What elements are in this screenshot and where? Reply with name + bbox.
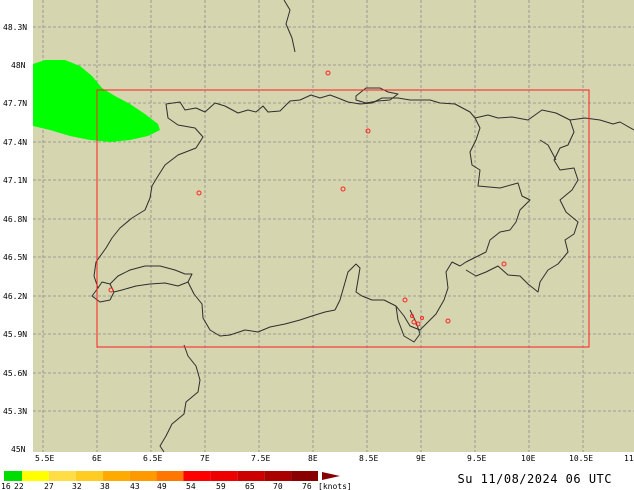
lon-label: 6.5E [143,454,162,463]
lon-label: 7.5E [251,454,270,463]
legend-swatch [129,471,157,481]
lat-label: 47.7N [3,99,27,108]
lon-label: 5.5E [35,454,54,463]
legend-unit: [knots] [318,482,352,490]
map-canvas: 48.3N 48N 47.7N 47.4N 47.1N 46.8N 46.5N … [0,0,634,468]
legend-swatch [22,471,49,481]
legend-value: 43 [130,482,140,490]
legend-swatch [4,471,22,481]
lon-label: 11 [624,454,634,463]
legend-swatch [291,471,318,481]
lat-label: 45.3N [3,407,27,416]
legend-swatches [4,471,318,481]
legend-swatch [237,471,265,481]
legend-swatch [210,471,238,481]
lat-label: 46.5N [3,253,27,262]
legend-swatch [183,471,211,481]
lon-label: 9E [416,454,426,463]
legend-value: 38 [100,482,110,490]
lat-label: 48.3N [3,23,27,32]
legend-value: 70 [273,482,283,490]
lon-label: 8E [308,454,318,463]
legend-swatch [102,471,130,481]
lon-label: 9.5E [467,454,486,463]
legend-value: 65 [245,482,255,490]
legend-arrow [322,472,340,480]
lon-label: 6E [92,454,102,463]
legend-value: 16 [1,482,11,490]
lat-label: 48N [11,61,26,70]
lat-label: 45N [11,445,26,454]
legend-swatch [264,471,292,481]
lat-label: 46.2N [3,292,27,301]
lon-label: 8.5E [359,454,378,463]
lat-label: 45.9N [3,330,27,339]
lat-label: 47.1N [3,176,27,185]
lon-label: 10E [521,454,536,463]
lat-label: 46.8N [3,215,27,224]
legend-value: 27 [44,482,54,490]
legend-swatch [156,471,184,481]
legend-value: 49 [157,482,167,490]
legend-value: 59 [216,482,226,490]
legend-value: 76 [302,482,312,490]
legend-value: 54 [186,482,196,490]
forecast-timestamp: Su 11/08/2024 06 UTC [457,472,612,486]
legend-value: 32 [72,482,82,490]
legend-labels: 16 22 27 32 38 43 49 54 59 65 70 76 [kno… [1,482,352,490]
lat-label: 47.4N [3,138,27,147]
legend-value: 22 [14,482,24,490]
lat-label: 45.6N [3,369,27,378]
lon-label: 7E [200,454,210,463]
legend-swatch [75,471,103,481]
lon-label: 10.5E [569,454,593,463]
legend-swatch [48,471,76,481]
